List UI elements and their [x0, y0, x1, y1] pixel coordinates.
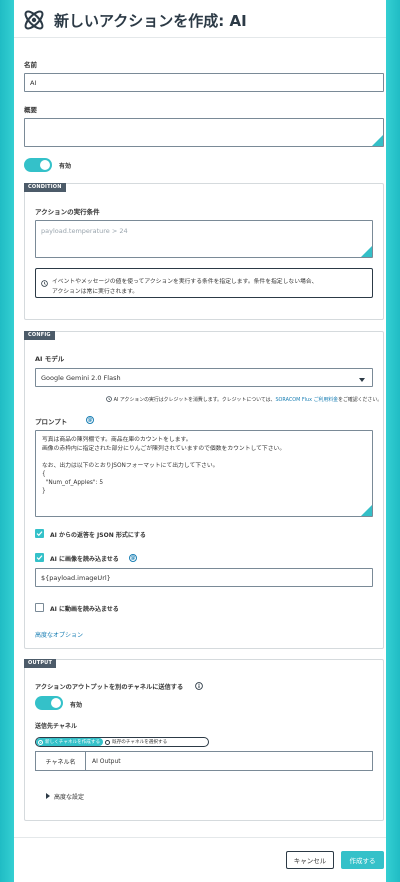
condition-textarea[interactable]: payload.temperature > 24 [35, 220, 373, 258]
send-output-toggle-label: 有効 [70, 702, 83, 709]
atom-logo-icon [24, 10, 44, 30]
channel-name-field: チャネル名 AI Output [35, 751, 373, 771]
create-button[interactable]: 作成する [341, 851, 384, 869]
video-checkbox-label: AI に動画を読み込ませる [50, 606, 119, 613]
prompt-textarea[interactable]: 写真は商品の陳列棚です。商品在庫のカウントをします。 画像の赤枠内に指定された部… [35, 430, 373, 517]
variable-help-icon[interactable]: @ [86, 416, 94, 424]
image-checkbox-label: AI に画像を読み込ませる [50, 556, 119, 563]
advanced-settings-toggle[interactable]: 高度な設定 [46, 792, 84, 801]
condition-section: CONDITION アクションの実行条件 payload.temperature… [24, 183, 384, 320]
image-checkbox[interactable] [35, 553, 44, 562]
model-label: AI モデル [35, 355, 65, 363]
condition-info-box: イベントやメッセージの値を使ってアクションを実行する条件を指定します。条件を指定… [35, 268, 373, 298]
credit-note-text: AI アクションの実行はクレジットを消費します。クレジットについては、 [113, 397, 276, 403]
video-checkbox[interactable] [35, 603, 44, 612]
enabled-label: 有効 [59, 163, 72, 170]
page-title: 新しいアクションを作成: AI [54, 12, 247, 30]
condition-tag: CONDITION [24, 183, 66, 192]
model-select[interactable]: Google Gemini 2.0 Flash [35, 368, 373, 387]
name-input[interactable]: AI [24, 73, 384, 92]
output-tag: OUTPUT [24, 659, 57, 668]
channel-radio-group: 新しくチャネルを作成する 既存のチャネルを選択する [35, 737, 209, 747]
footer: キャンセル 作成する [14, 837, 386, 882]
condition-info-text-2: アクションは常に実行されます。 [52, 289, 139, 295]
caret-right-icon [46, 793, 50, 799]
credit-note-suffix: をご確認ください。 [338, 397, 383, 403]
resize-handle[interactable] [361, 246, 372, 257]
output-section: OUTPUT アクションのアウトプットを別のチャネルに送信する 有効 送信先チャ… [24, 659, 384, 821]
summary-label: 概要 [24, 106, 37, 114]
advanced-settings-label: 高度な設定 [54, 794, 85, 801]
destination-label: 送信先チャネル [35, 723, 77, 730]
check-icon [36, 555, 43, 561]
name-label: 名前 [24, 61, 37, 69]
resize-handle[interactable] [361, 505, 372, 516]
config-section: CONFIG AI モデル Google Gemini 2.0 Flash AI… [24, 331, 384, 649]
info-icon[interactable] [195, 682, 203, 690]
prompt-label: プロンプト [35, 418, 68, 426]
condition-label: アクションの実行条件 [35, 208, 100, 216]
variable-help-icon[interactable]: @ [129, 554, 137, 562]
enabled-toggle[interactable] [24, 158, 52, 172]
send-output-label: アクションのアウトプットを別のチャネルに送信する [35, 684, 184, 691]
condition-info-text: イベントやメッセージの値を使ってアクションを実行する条件を指定します。条件を指定… [52, 279, 318, 285]
config-tag: CONFIG [24, 331, 55, 340]
chevron-down-icon [359, 378, 365, 382]
header: 新しいアクションを作成: AI [14, 0, 386, 38]
radio-new-channel[interactable]: 新しくチャネルを作成する [36, 738, 104, 746]
image-url-input[interactable]: ${payload.imageUrl} [35, 568, 373, 587]
summary-textarea[interactable] [24, 118, 384, 147]
send-output-toggle[interactable] [35, 696, 63, 710]
credit-note: AI アクションの実行はクレジットを消費します。クレジットについては、SORAC… [106, 396, 382, 403]
channel-name-input[interactable]: AI Output [86, 752, 372, 770]
prompt-text: 写真は商品の陳列棚です。商品在庫のカウントをします。 画像の赤枠内に指定された部… [42, 437, 286, 494]
advanced-options-link[interactable]: 高度なオプション [35, 630, 83, 639]
json-checkbox-label: AI からの返答を JSON 形式にする [50, 532, 146, 539]
channel-name-label: チャネル名 [36, 752, 86, 770]
pricing-link[interactable]: SORACOM Flux ご利用料金 [275, 397, 338, 403]
resize-handle[interactable] [372, 135, 383, 146]
info-icon [106, 396, 112, 402]
info-icon [41, 280, 48, 287]
radio-existing-channel[interactable]: 既存のチャネルを選択する [103, 738, 170, 746]
check-icon [36, 531, 43, 537]
cancel-button[interactable]: キャンセル [286, 851, 334, 869]
action-panel: 新しいアクションを作成: AI 名前 AI 概要 有効 CONDITION アク… [14, 0, 386, 882]
json-checkbox[interactable] [35, 529, 44, 538]
